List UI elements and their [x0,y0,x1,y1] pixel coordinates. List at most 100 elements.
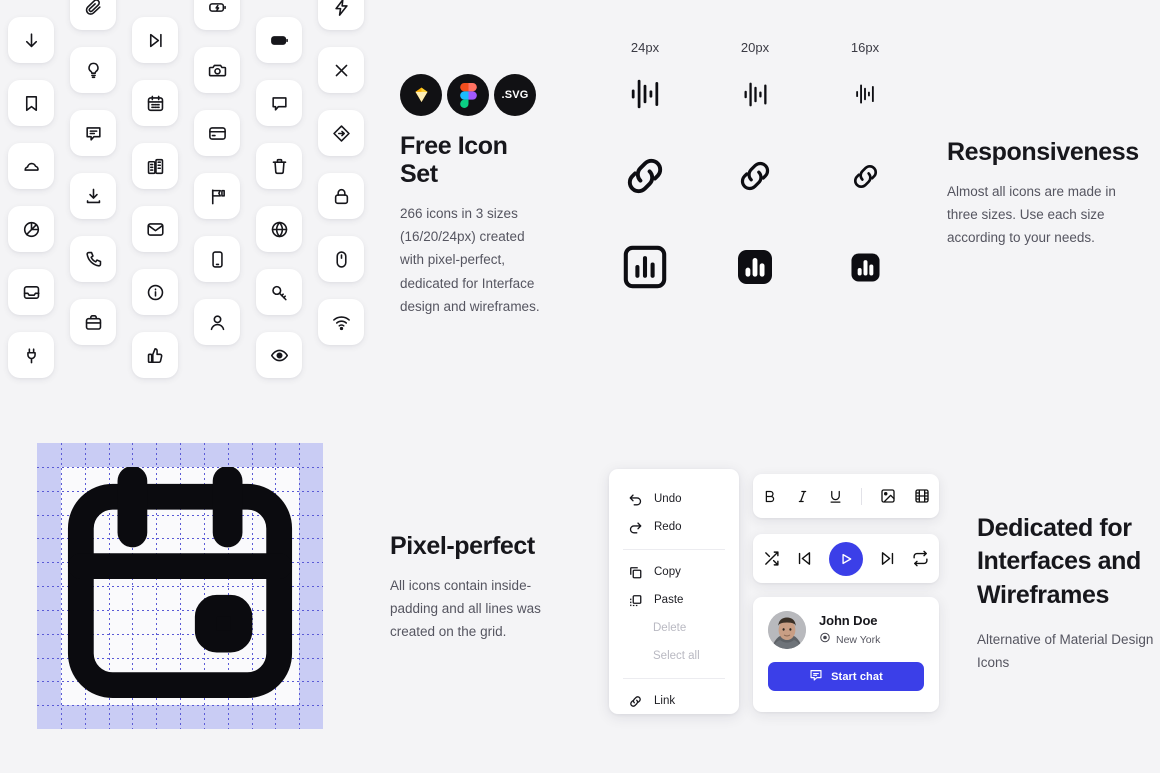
start-chat-button[interactable]: Start chat [768,662,924,691]
size-header-24: 24px [630,40,660,55]
icon-chip-trash[interactable] [256,143,302,189]
toolbar-divider [861,487,862,505]
link-icon-20px [700,157,810,195]
icon-chip-smartphone[interactable] [194,236,240,282]
pie-chart-icon [22,220,41,239]
italic-icon[interactable] [795,489,810,504]
icon-chip-globe[interactable] [256,206,302,252]
menu-item-link[interactable]: Link [609,687,739,715]
menu-item-label: Select all [653,650,700,662]
trash-icon [270,157,289,176]
skip-forward-icon[interactable] [879,550,896,567]
image-icon[interactable] [880,488,896,504]
icon-chip-eye[interactable] [256,332,302,378]
icon-chip-calendar[interactable] [132,80,178,126]
svg-logo: .SVG [494,74,536,116]
icon-chip-battery[interactable] [256,17,302,63]
icon-chip-cloud[interactable] [8,143,54,189]
flag-icon [208,187,227,206]
icon-chip-download[interactable] [70,173,116,219]
icon-chip-close[interactable] [318,47,364,93]
buildings-icon [146,157,165,176]
responsiveness-title: Responsiveness [947,138,1139,166]
icon-chip-mouse[interactable] [318,236,364,282]
icon-chip-key[interactable] [256,269,302,315]
plug-icon [22,346,41,365]
icon-chip-pie-chart[interactable] [8,206,54,252]
play-icon[interactable] [829,541,863,576]
wifi-icon [332,313,351,332]
smartphone-icon [208,250,227,269]
icon-chip-diamond-arrow[interactable] [318,110,364,156]
bar-chart-box-icon-16px [810,251,920,284]
menu-item-copy[interactable]: Copy [609,558,739,586]
icon-chip-thumbs-up[interactable] [132,332,178,378]
icon-chip-message[interactable] [256,80,302,126]
media-player[interactable] [753,534,939,583]
icon-chip-briefcase[interactable] [70,299,116,345]
credit-card-icon [208,124,227,143]
icon-chip-arrow-down[interactable] [8,17,54,63]
size-row-bar-chart-box [590,243,920,291]
bar-chart-box-icon-24px [590,243,700,291]
icon-chip-battery-charging[interactable] [194,0,240,30]
size-header-16: 16px [850,40,880,55]
redo-icon [627,519,643,535]
message-icon [270,94,289,113]
menu-item-label: Paste [654,594,684,606]
skip-back-icon[interactable] [796,550,813,567]
user-name: John Doe [819,613,878,628]
icon-chip-skip-forward[interactable] [132,17,178,63]
icon-chip-paperclip[interactable] [70,0,116,30]
grid-vline [299,443,301,729]
menu-item-delete: Delete [609,614,739,642]
paste-icon [627,592,643,608]
underline-icon[interactable] [828,489,843,504]
context-menu[interactable]: Undo Redo Copy Paste Delete Select all Link [609,469,739,714]
size-row-audio-waveform [590,79,920,109]
format-toolbar[interactable] [753,474,939,518]
size-header-20: 20px [740,40,770,55]
icon-chip-lock[interactable] [318,173,364,219]
icon-chip-flag[interactable] [194,173,240,219]
icon-chip-user[interactable] [194,299,240,345]
globe-icon [270,220,289,239]
pixel-perfect-description: All icons contain inside-padding and all… [390,578,541,640]
icon-chip-credit-card[interactable] [194,110,240,156]
menu-item-undo[interactable]: Undo [609,485,739,513]
menu-separator [623,549,725,550]
icon-chip-comment[interactable] [70,110,116,156]
shuffle-icon[interactable] [763,550,780,567]
chat-icon [809,668,823,685]
icon-chip-inbox[interactable] [8,269,54,315]
icon-chip-phone[interactable] [70,236,116,282]
bold-icon[interactable] [762,489,777,504]
free-icon-set-title: Free Icon Set [400,132,508,188]
icon-chip-plug[interactable] [8,332,54,378]
start-chat-label: Start chat [831,670,883,683]
menu-item-paste[interactable]: Paste [609,586,739,614]
calendar-icon [146,94,165,113]
menu-item-redo[interactable]: Redo [609,513,739,541]
responsiveness-block: Responsiveness Almost all icons are made… [947,138,1142,250]
repeat-icon[interactable] [912,550,929,567]
video-icon[interactable] [914,488,930,504]
cloud-icon [22,157,41,176]
icon-column-5 [248,0,310,378]
icon-chip-buildings[interactable] [132,143,178,189]
icon-chip-info[interactable] [132,269,178,315]
info-icon [146,283,165,302]
bar-chart-box-icon-20px [700,247,810,287]
icon-chip-wifi[interactable] [318,299,364,345]
close-icon [332,61,351,80]
icon-chip-bolt[interactable] [318,0,364,30]
undo-icon [627,491,643,507]
icon-chip-camera[interactable] [194,47,240,93]
icon-chip-bulb[interactable] [70,47,116,93]
responsiveness-description: Almost all icons are made in three sizes… [947,184,1116,246]
link-icon-16px [810,161,920,192]
icon-chip-bookmark[interactable] [8,80,54,126]
icon-chip-mail[interactable] [132,206,178,252]
dedicated-description: Alternative of Material Design Icons [977,631,1154,670]
size-row-link [590,153,920,199]
